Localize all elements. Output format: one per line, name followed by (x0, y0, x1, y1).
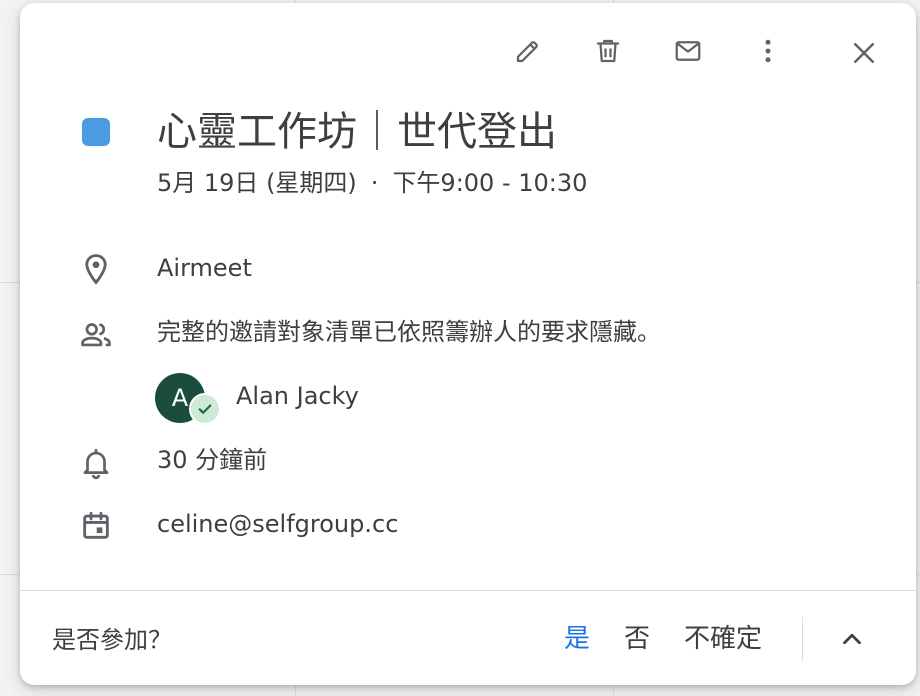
people-icon (76, 315, 116, 355)
trash-icon (596, 39, 620, 63)
rsvp-yes-button[interactable]: 是 (564, 622, 590, 656)
event-location: Airmeet (157, 254, 252, 282)
event-title: 心靈工作坊｜世代登出 (157, 109, 557, 155)
close-icon (854, 43, 874, 63)
close-button[interactable] (840, 29, 888, 77)
chevron-up-icon (843, 633, 861, 645)
rsvp-label: 是否參加？ (52, 626, 172, 654)
check-icon (198, 404, 212, 414)
rsvp-separator (802, 617, 803, 661)
guest-list-note: 完整的邀請對象清單已依照籌辦人的要求隱藏。 (157, 318, 661, 346)
calendar-icon (76, 506, 116, 546)
more-vert-icon (765, 39, 771, 63)
event-details-popup: 心靈工作坊｜世代登出 5月 19日 (星期四) · 下午9:00 - 10:30 A… (20, 3, 916, 685)
guest-avatar-initial: A (171, 384, 189, 412)
location-icon (76, 249, 116, 289)
footer-divider (20, 590, 916, 591)
guest-name[interactable]: Alan Jacky (236, 380, 359, 412)
rsvp-maybe-button[interactable]: 不確定 (684, 622, 762, 656)
event-reminder: 30 分鐘前 (157, 446, 268, 474)
event-time: 下午9:00 - 10:30 (392, 169, 588, 197)
event-calendar-owner: celine@selfgroup.cc (157, 510, 399, 538)
edit-event-button[interactable] (504, 27, 552, 75)
mail-icon (675, 41, 701, 61)
pencil-icon (516, 41, 538, 63)
guest-accepted-badge (189, 393, 221, 425)
event-date-time: 5月 19日 (星期四) · 下午9:00 - 10:30 (157, 167, 587, 199)
email-guests-button[interactable] (664, 27, 712, 75)
event-color-chip (82, 118, 110, 146)
date-time-separator: · (370, 169, 379, 197)
bell-icon (76, 443, 116, 483)
rsvp-no-button[interactable]: 否 (624, 622, 650, 656)
delete-event-button[interactable] (584, 27, 632, 75)
more-options-button[interactable] (744, 27, 792, 75)
event-date: 5月 19日 (星期四) (157, 169, 357, 197)
expand-rsvp-button[interactable] (828, 615, 876, 663)
